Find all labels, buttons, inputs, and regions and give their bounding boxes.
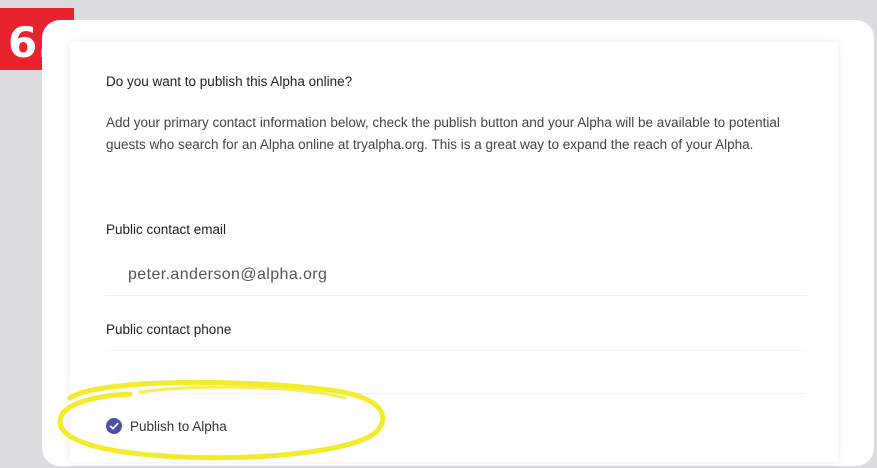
publish-question: Do you want to publish this Alpha online… [106,74,353,89]
phone-field[interactable] [106,350,806,394]
publish-label: Publish to Alpha [130,418,227,434]
email-field[interactable]: peter.anderson@alpha.org [106,254,806,296]
email-label: Public contact email [106,222,227,237]
phone-label: Public contact phone [106,322,232,337]
form-panel [70,42,838,462]
publish-checkbox-row[interactable]: Publish to Alpha [106,415,227,437]
publish-description: Add your primary contact information bel… [106,115,780,152]
check-circle-icon[interactable] [106,418,122,434]
